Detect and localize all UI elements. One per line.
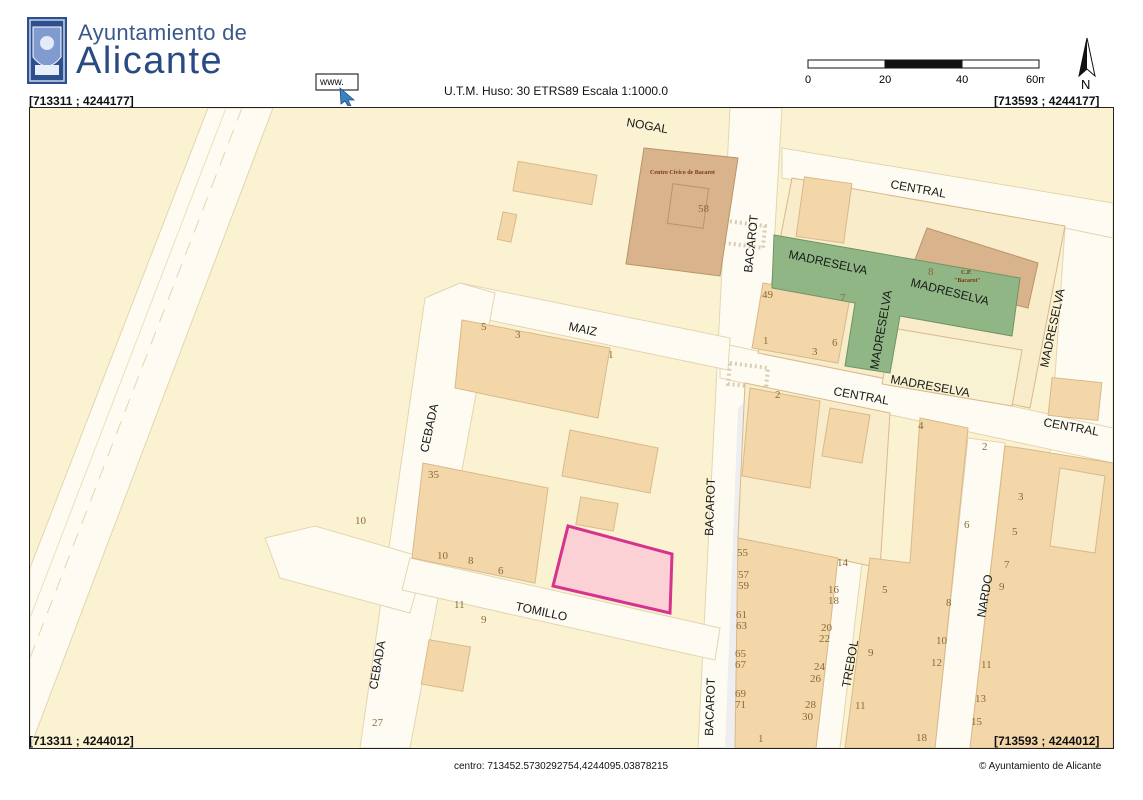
house-number: 30 — [802, 711, 814, 723]
building-ne-1 — [795, 176, 853, 244]
house-number: 26 — [810, 673, 822, 685]
house-number: 67 — [735, 659, 747, 671]
house-number: 22 — [819, 633, 830, 645]
house-number: 12 — [931, 657, 942, 669]
house-number: 8 — [928, 266, 934, 278]
house-number: 7 — [840, 292, 846, 304]
house-number: 10 — [936, 635, 948, 647]
house-number: 71 — [735, 699, 746, 711]
house-number: 6 — [498, 565, 504, 577]
cursor-icon: www. — [315, 73, 359, 107]
street-label-bacarot-2: BACAROT — [702, 477, 718, 536]
house-number: 6 — [832, 337, 838, 349]
house-number: 9 — [481, 614, 487, 626]
house-number: 11 — [981, 659, 992, 671]
logo-title: Alicante — [76, 40, 224, 82]
building-centro-civico — [625, 147, 739, 277]
projection-info: U.T.M. Huso: 30 ETRS89 Escala 1:1000.0 — [444, 84, 669, 98]
house-number: 2 — [982, 441, 988, 453]
house-number: 24 — [814, 661, 826, 673]
house-number: 1 — [763, 335, 769, 347]
house-number: 2 — [775, 389, 781, 401]
map-center-coordinates: centro: 713452.5730292754,4244095.038782… — [454, 761, 669, 772]
house-number: 3 — [1018, 491, 1024, 503]
scale-label-0: 0 — [805, 74, 811, 86]
scale-label-40: 40 — [956, 74, 968, 86]
house-number: 18 — [916, 732, 928, 744]
building-west-small — [575, 496, 619, 532]
house-number: 3 — [515, 329, 521, 341]
building-east-small — [1049, 467, 1106, 554]
house-number: 3 — [812, 346, 818, 358]
house-number: 10 — [355, 515, 367, 527]
house-number: 27 — [372, 717, 384, 729]
www-label: www. — [319, 77, 344, 88]
house-number: 18 — [828, 595, 840, 607]
house-number: 11 — [454, 599, 465, 611]
building-se-1 — [741, 387, 821, 489]
city-coat-of-arms-icon — [27, 17, 67, 84]
house-number: 5 — [882, 584, 888, 596]
house-number: 7 — [1004, 559, 1010, 571]
house-number: 1 — [608, 349, 614, 361]
house-number: 10 — [437, 550, 449, 562]
house-number: 4 — [918, 420, 924, 432]
scale-label-60m: 60m — [1026, 74, 1045, 86]
north-label: N — [1081, 77, 1090, 90]
north-arrow-icon: N — [1078, 37, 1096, 90]
building-far-east — [1047, 376, 1103, 422]
house-number: 15 — [971, 716, 983, 728]
house-number: 6 — [964, 519, 970, 531]
house-number: 58 — [698, 203, 710, 215]
place-label-cp-line1: C.P. — [961, 270, 972, 276]
house-number: 63 — [736, 620, 748, 632]
house-number: 5 — [481, 321, 487, 333]
coord-bottom-right: [713593 ; 4244012] — [994, 734, 1100, 748]
coord-top-right: [713593 ; 4244177] — [994, 94, 1100, 108]
street-label-bacarot-3: BACAROT — [702, 677, 718, 736]
building-tomillo-south — [420, 639, 472, 692]
house-number: 49 — [762, 289, 774, 301]
map-canvas[interactable]: NOGAL CENTRAL CENTRAL CENTRAL BACAROT BA… — [29, 107, 1114, 749]
scale-bar: 0 20 40 60m — [805, 59, 1045, 86]
copyright: © Ayuntamiento de Alicante — [979, 761, 1102, 772]
place-label-centro-civico: Centro Cívico de Bacarot — [650, 170, 715, 176]
house-number: 9 — [868, 647, 874, 659]
house-number: 59 — [738, 580, 750, 592]
house-number: 8 — [468, 555, 474, 567]
house-number: 13 — [975, 693, 987, 705]
building-se-2 — [821, 407, 871, 464]
house-number: 5 — [1012, 526, 1018, 538]
house-number: 35 — [428, 469, 440, 481]
house-number: 14 — [837, 557, 849, 569]
house-number: 8 — [946, 597, 952, 609]
coord-bottom-left: [713311 ; 4244012] — [29, 734, 134, 748]
scale-label-20: 20 — [879, 74, 891, 86]
house-number: 1 — [758, 733, 764, 745]
place-label-cp-line2: "Bacarot" — [954, 278, 981, 284]
house-number: 55 — [737, 547, 749, 559]
website-link[interactable]: www. — [314, 70, 360, 107]
house-number: 28 — [805, 699, 817, 711]
coord-top-left: [713311 ; 4244177] — [29, 94, 134, 108]
house-number: 9 — [999, 581, 1005, 593]
house-number: 11 — [855, 700, 866, 712]
